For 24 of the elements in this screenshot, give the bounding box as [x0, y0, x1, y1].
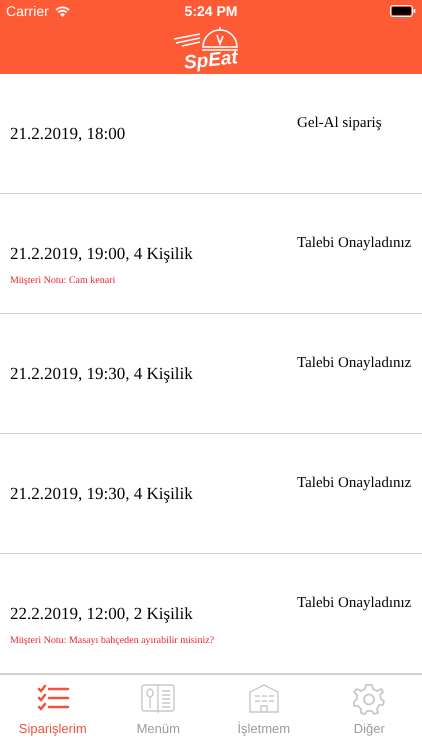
customer-note: Müşteri Notu: Cam kenari: [10, 275, 116, 287]
order-datetime: 21.2.2019, 19:30, 4 Kişilik: [10, 483, 194, 505]
gear-icon: [352, 683, 386, 715]
order-status: Talebi Onayladınız: [297, 354, 412, 372]
logo-text: SpEat: [183, 48, 239, 74]
order-datetime: 22.2.2019, 12:00, 2 Kişilik: [10, 603, 194, 625]
order-datetime: 21.2.2019, 19:30, 4 Kişilik: [10, 363, 194, 385]
order-status: Talebi Onayladınız: [297, 474, 412, 492]
wifi-icon: [54, 6, 70, 16]
tab[interactable]: Siparişlerim: [0, 675, 106, 750]
carrier-label: Carrier: [6, 2, 49, 20]
building-icon: [246, 683, 281, 715]
order-status: Talebi Onayladınız: [297, 594, 412, 612]
order-status: Gel-Al sipariş: [297, 114, 383, 132]
order-datetime: 21.2.2019, 19:00, 4 Kişilik: [10, 243, 194, 265]
order-datetime: 21.2.2019, 18:00: [10, 123, 126, 145]
status-time: 5:24 PM: [184, 2, 238, 20]
tab[interactable]: Menüm: [106, 675, 211, 750]
order-status: Talebi Onayladınız: [297, 234, 412, 252]
tab[interactable]: Diğer: [316, 675, 422, 750]
battery-icon: [390, 5, 416, 17]
menu-icon: [141, 683, 176, 715]
customer-note: Müşteri Notu: Masayı bahçeden ayırabilir misiniz?: [10, 635, 216, 647]
tab[interactable]: İşletmem: [211, 675, 316, 750]
